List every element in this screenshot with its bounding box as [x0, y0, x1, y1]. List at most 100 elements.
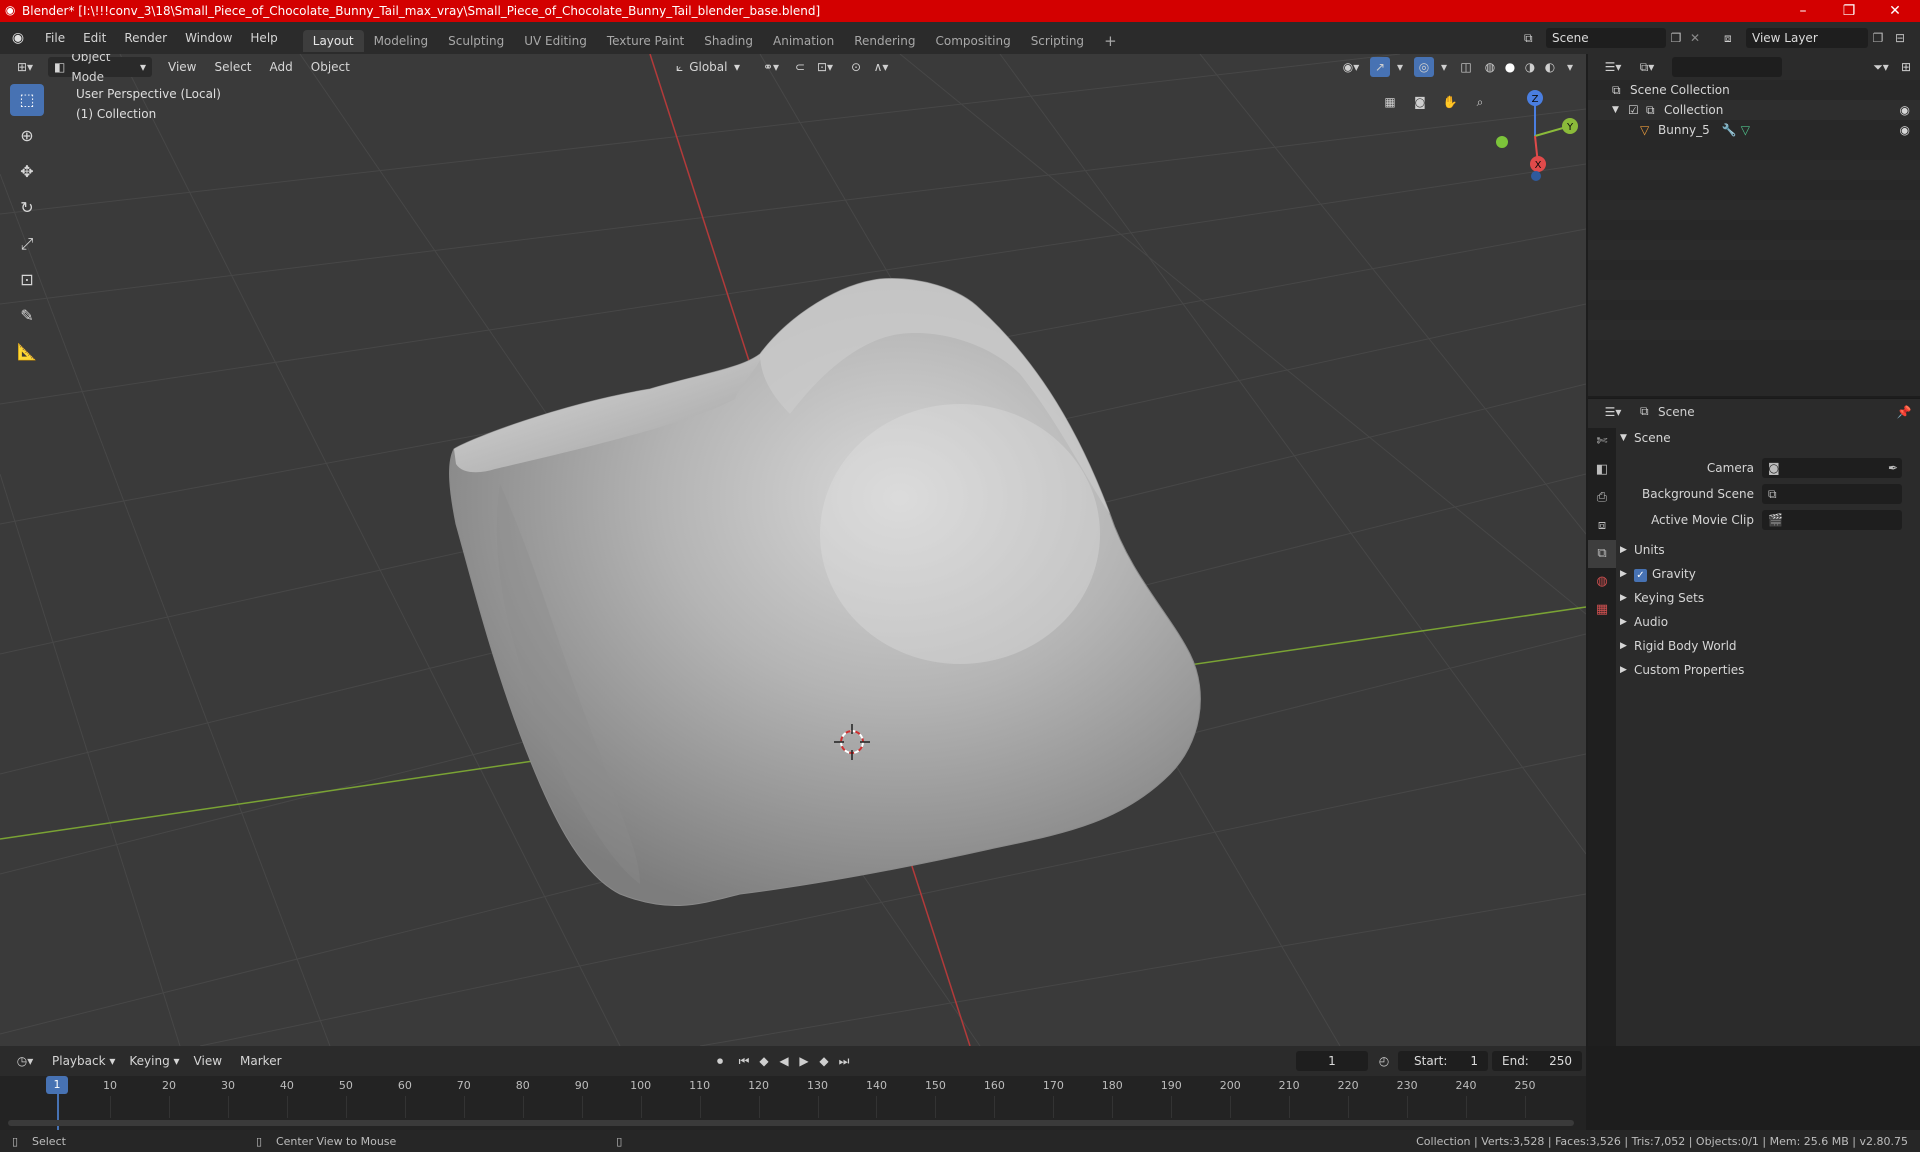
cursor-tool-icon[interactable]: ⊕ — [10, 120, 44, 152]
3d-viewport[interactable]: ⊞▾ ◧ Object Mode ▾ View Select Add Objec… — [0, 54, 1586, 1046]
menu-help[interactable]: Help — [241, 22, 286, 54]
view-layer-field[interactable]: View Layer — [1746, 28, 1868, 48]
tab-shading[interactable]: Shading — [694, 30, 763, 52]
menu-edit[interactable]: Edit — [74, 22, 115, 54]
rigid-body-world-panel[interactable]: ▶ Rigid Body World — [1620, 634, 1916, 658]
scale-tool-icon[interactable]: ⤢ — [10, 228, 44, 260]
texture-tab-icon[interactable]: ▦ — [1588, 596, 1616, 624]
falloff-icon[interactable]: ∧▾ — [866, 57, 896, 77]
keying-sets-panel[interactable]: ▶ Keying Sets — [1620, 586, 1916, 610]
checkbox-icon[interactable]: ☑ — [1628, 103, 1646, 117]
view-layer-icon[interactable]: ⧈ — [1724, 31, 1746, 46]
tab-uv-editing[interactable]: UV Editing — [514, 30, 597, 52]
maximize-icon[interactable]: ❐ — [1826, 0, 1872, 22]
tab-rendering[interactable]: Rendering — [844, 30, 925, 52]
visibility-icon[interactable]: ◉▾ — [1336, 57, 1366, 77]
current-frame-field[interactable]: 1 — [1296, 1051, 1368, 1071]
transform-tool-icon[interactable]: ⊡ — [10, 264, 44, 296]
jump-start-icon[interactable]: ⏮ — [734, 1051, 754, 1071]
pin-icon[interactable]: 📌 — [1894, 402, 1914, 422]
outliner-editor-type-icon[interactable]: ☰▾ — [1598, 57, 1628, 77]
tab-animation[interactable]: Animation — [763, 30, 844, 52]
pan-hand-icon[interactable]: ✋ — [1440, 92, 1460, 112]
rotate-tool-icon[interactable]: ↻ — [10, 192, 44, 224]
prev-keyframe-icon[interactable]: ◆ — [754, 1051, 774, 1071]
scene-icon[interactable]: ⧉ — [1524, 31, 1546, 46]
new-collection-icon[interactable]: ⊞ — [1896, 57, 1916, 77]
overlays-dropdown-icon[interactable]: ▾ — [1434, 57, 1454, 77]
next-keyframe-icon[interactable]: ◆ — [814, 1051, 834, 1071]
timeline-menu-view[interactable]: View — [188, 1051, 228, 1071]
display-mode-icon[interactable]: ⧉▾ — [1632, 57, 1662, 77]
view-layer-tab-icon[interactable]: ⧈ — [1588, 512, 1616, 540]
bunny-tail-mesh[interactable] — [449, 278, 1201, 907]
expand-arrow-icon[interactable]: ▼ — [1612, 105, 1628, 115]
tab-compositing[interactable]: Compositing — [925, 30, 1020, 52]
mesh-data-icon[interactable]: ▽ — [1741, 123, 1750, 137]
transform-orientation-dropdown[interactable]: ⟀ Global ▾ — [670, 57, 746, 77]
annotate-tool-icon[interactable]: ✎ — [10, 300, 44, 332]
viewport-menu-object[interactable]: Object — [305, 57, 356, 77]
start-frame-field[interactable]: Start: 1 — [1398, 1051, 1488, 1071]
play-reverse-icon[interactable]: ◀ — [774, 1051, 794, 1071]
tab-scripting[interactable]: Scripting — [1021, 30, 1094, 52]
viewport-menu-view[interactable]: View — [162, 57, 202, 77]
overlays-icon[interactable]: ◎ — [1414, 57, 1434, 77]
viewport-menu-select[interactable]: Select — [208, 57, 257, 77]
gravity-panel[interactable]: ▶ ✓ Gravity — [1620, 562, 1916, 586]
tab-texture-paint[interactable]: Texture Paint — [597, 30, 694, 52]
select-box-tool-icon[interactable]: ⬚ — [10, 84, 44, 116]
pivot-point-icon[interactable]: ⚭▾ — [756, 57, 786, 77]
gizmo-toggle-icon[interactable]: ↗ — [1370, 57, 1390, 77]
end-frame-field[interactable]: End: 250 — [1492, 1051, 1582, 1071]
proportional-edit-icon[interactable]: ⊙ — [846, 57, 866, 77]
blender-menu-icon[interactable]: ◉ — [0, 30, 36, 46]
menu-render[interactable]: Render — [115, 22, 176, 54]
background-scene-field[interactable]: ⧉ — [1762, 484, 1902, 504]
jump-end-icon[interactable]: ⏭ — [834, 1051, 854, 1071]
menu-window[interactable]: Window — [176, 22, 241, 54]
timeline-ruler[interactable]: 10 20 30 40 50 60 70 80 90 100 110 120 130 140 150 160 1… — [0, 1076, 1586, 1130]
timeline-scrollbar[interactable] — [8, 1120, 1574, 1126]
remove-scene-icon[interactable]: ✕ — [1686, 31, 1704, 45]
tab-modeling[interactable]: Modeling — [364, 30, 439, 52]
editor-type-icon[interactable]: ⊞▾ — [10, 57, 40, 77]
gizmo-dropdown-icon[interactable]: ▾ — [1390, 57, 1410, 77]
xray-icon[interactable]: ◫ — [1456, 57, 1476, 77]
outliner-search-input[interactable] — [1672, 57, 1782, 77]
modifier-wrench-icon[interactable]: 🔧 — [1722, 123, 1737, 137]
scene-tab-icon[interactable]: ⧉ — [1588, 540, 1616, 568]
gravity-checkbox[interactable]: ✓ — [1634, 567, 1652, 582]
move-tool-icon[interactable]: ✥ — [10, 156, 44, 188]
snap-target-icon[interactable]: ⊡▾ — [810, 57, 840, 77]
filter-icon[interactable]: ⏷▾ — [1866, 57, 1896, 77]
remove-view-layer-icon[interactable]: ⊟ — [1888, 31, 1912, 45]
custom-properties-panel[interactable]: ▶ Custom Properties — [1620, 658, 1916, 682]
camera-field[interactable]: ◙ ✒ — [1762, 458, 1902, 478]
eyedropper-icon[interactable]: ✒ — [1888, 458, 1898, 478]
timeline-menu-playback[interactable]: Playback ▾ — [46, 1051, 121, 1071]
eye-icon[interactable]: ◉ — [1900, 103, 1910, 117]
new-view-layer-icon[interactable]: ❐ — [1868, 31, 1888, 45]
audio-panel[interactable]: ▶ Audio — [1620, 610, 1916, 634]
play-icon[interactable]: ▶ — [794, 1051, 814, 1071]
outliner-item-scene-collection[interactable]: ⧉ Scene Collection — [1588, 80, 1920, 100]
world-tab-icon[interactable]: ◍ — [1588, 568, 1616, 596]
material-shading-icon[interactable]: ◑ — [1520, 57, 1540, 77]
tab-sculpting[interactable]: Sculpting — [438, 30, 514, 52]
close-icon[interactable]: ✕ — [1872, 0, 1918, 22]
zoom-icon[interactable]: ⌕ — [1470, 92, 1490, 112]
menu-file[interactable]: File — [36, 22, 74, 54]
units-panel[interactable]: ▶ Units — [1620, 538, 1916, 562]
new-scene-icon[interactable]: ❐ — [1666, 31, 1686, 45]
shading-dropdown-icon[interactable]: ▾ — [1560, 57, 1580, 77]
object-mode-dropdown[interactable]: ◧ Object Mode ▾ — [48, 54, 152, 84]
outliner-item-bunny-5[interactable]: ▽ Bunny_5 🔧 ▽ ◉ — [1588, 120, 1920, 140]
properties-editor-type-icon[interactable]: ☰▾ — [1598, 402, 1628, 422]
active-movie-clip-field[interactable]: 🎬 — [1762, 510, 1902, 530]
current-frame-marker[interactable]: 1 — [46, 1076, 68, 1094]
scene-name-field[interactable]: Scene — [1546, 28, 1666, 48]
eye-icon[interactable]: ◉ — [1900, 123, 1910, 137]
output-tab-icon[interactable]: ⎙ — [1588, 484, 1616, 512]
rendered-shading-icon[interactable]: ◐ — [1540, 57, 1560, 77]
